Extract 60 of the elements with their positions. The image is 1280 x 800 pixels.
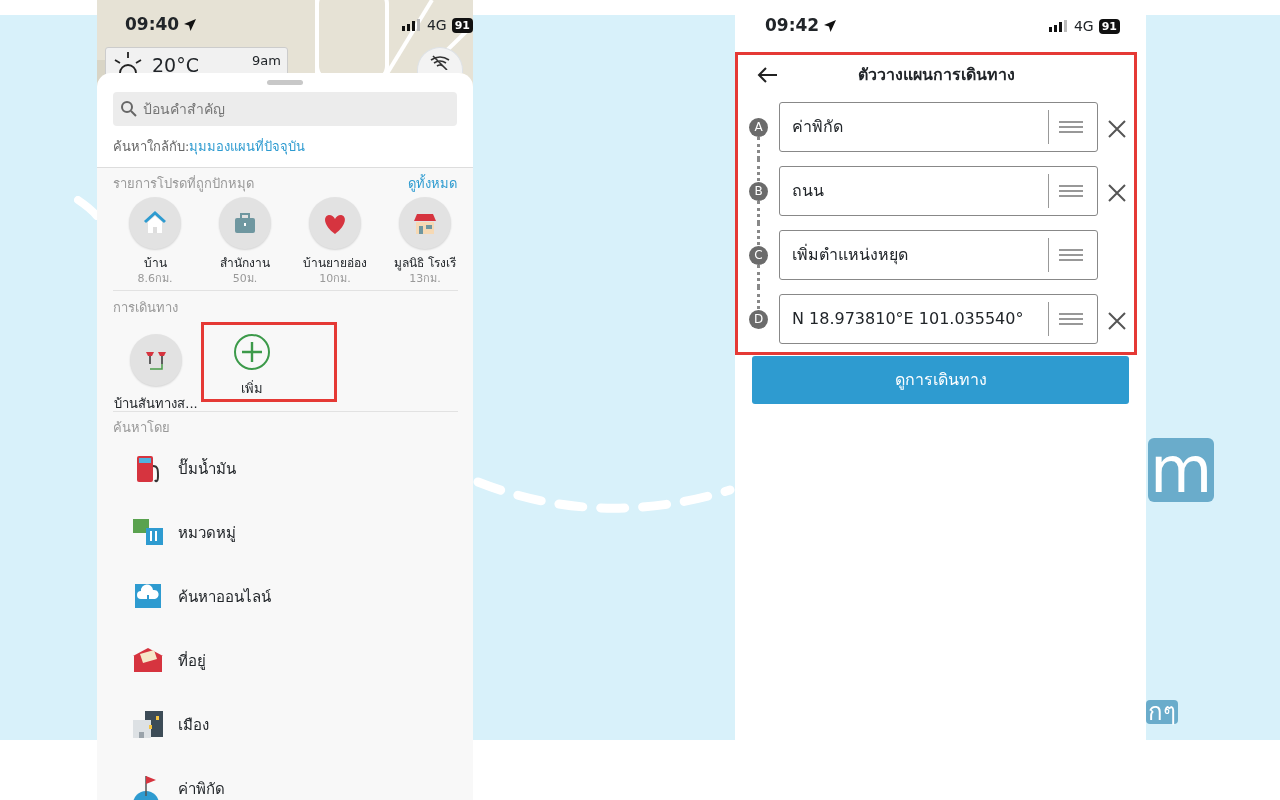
route-label: เพิ่ม [241,379,263,398]
favorite-distance: 8.6กม. [137,272,173,286]
stop-marker: B [749,181,768,201]
route-label: บ้านสันทางส... [114,394,198,413]
close-icon [1107,118,1127,139]
battery-level: 91 [1098,18,1120,34]
signal-icon [401,19,422,31]
search-category[interactable]: เมือง [178,713,209,737]
favorite-button[interactable] [129,197,181,249]
stop-marker: C [749,245,768,265]
search-category[interactable]: หมวดหมู่ [178,521,236,545]
network-label: 4G [1073,16,1094,36]
favorite-name: สำนักงาน [220,255,270,272]
search-category[interactable]: ค่าพิกัด [178,777,225,800]
favorite-button[interactable] [219,197,271,249]
stop-marker: A [749,117,768,137]
favorite-name: บ้าน [143,255,167,272]
drag-handle[interactable] [267,80,303,85]
back-arrow-icon[interactable] [756,66,778,84]
drag-handle-icon[interactable] [1059,313,1083,325]
temperature: 20°C [152,53,199,78]
sun-icon [112,51,144,73]
close-icon [1107,310,1127,331]
screen-title: ตัววางแผนการเดินทาง [856,64,1016,86]
search-category[interactable]: ปั๊มน้ำมัน [178,457,236,481]
favorite-distance: 10กม. [319,272,351,286]
location-arrow-icon [183,18,198,32]
stop-field[interactable]: ถนน [779,166,1098,216]
stop-field[interactable]: เพิ่มตำแหน่งหยุด [779,230,1098,280]
favorite-distance: 13กม. [409,272,441,286]
route-button[interactable] [130,333,182,386]
near-text: ค้นหาใกล้กับ:มุมมองแผนที่ปัจจุบัน [112,137,307,157]
search-category[interactable]: ที่อยู่ [178,649,206,673]
favorite-button[interactable] [399,197,451,249]
signal-icon [1048,20,1069,32]
drag-handle-icon[interactable] [1059,185,1083,197]
close-icon [1107,182,1127,203]
stop-field[interactable]: N 18.973810°E 101.035540° [779,294,1098,344]
favorite-button[interactable] [309,197,361,249]
forecast-time: 9am [252,52,281,70]
stop-marker: D [749,309,768,329]
stop-field[interactable]: ค่าพิกัด [779,102,1098,152]
section-title: การเดินทาง [113,299,178,317]
background-text: กๆ [1146,700,1178,724]
section-title: รายการโปรดที่ถูกปักหมุด [113,174,254,193]
drag-handle-icon[interactable] [1059,121,1083,133]
plus-icon[interactable] [233,332,271,371]
signal-off-icon [429,54,451,70]
search-field[interactable]: ป้อนคำสำคัญ [113,92,457,126]
search-category[interactable]: ค้นหาออนไลน์ [178,585,271,609]
location-arrow-icon [823,19,838,33]
status-time: 09:42 [765,14,820,38]
section-title: ค้นหาโดย [113,418,170,437]
drag-handle-icon[interactable] [1059,249,1083,261]
background-text: m [1148,438,1215,502]
status-time: 09:40 [125,13,180,37]
favorite-distance: 50ม. [232,272,258,286]
network-label: 4G [426,15,447,35]
favorite-name: มูลนิธิ โรงเรี [394,255,456,272]
favorite-name: บ้านยายอ่อง [303,255,367,272]
